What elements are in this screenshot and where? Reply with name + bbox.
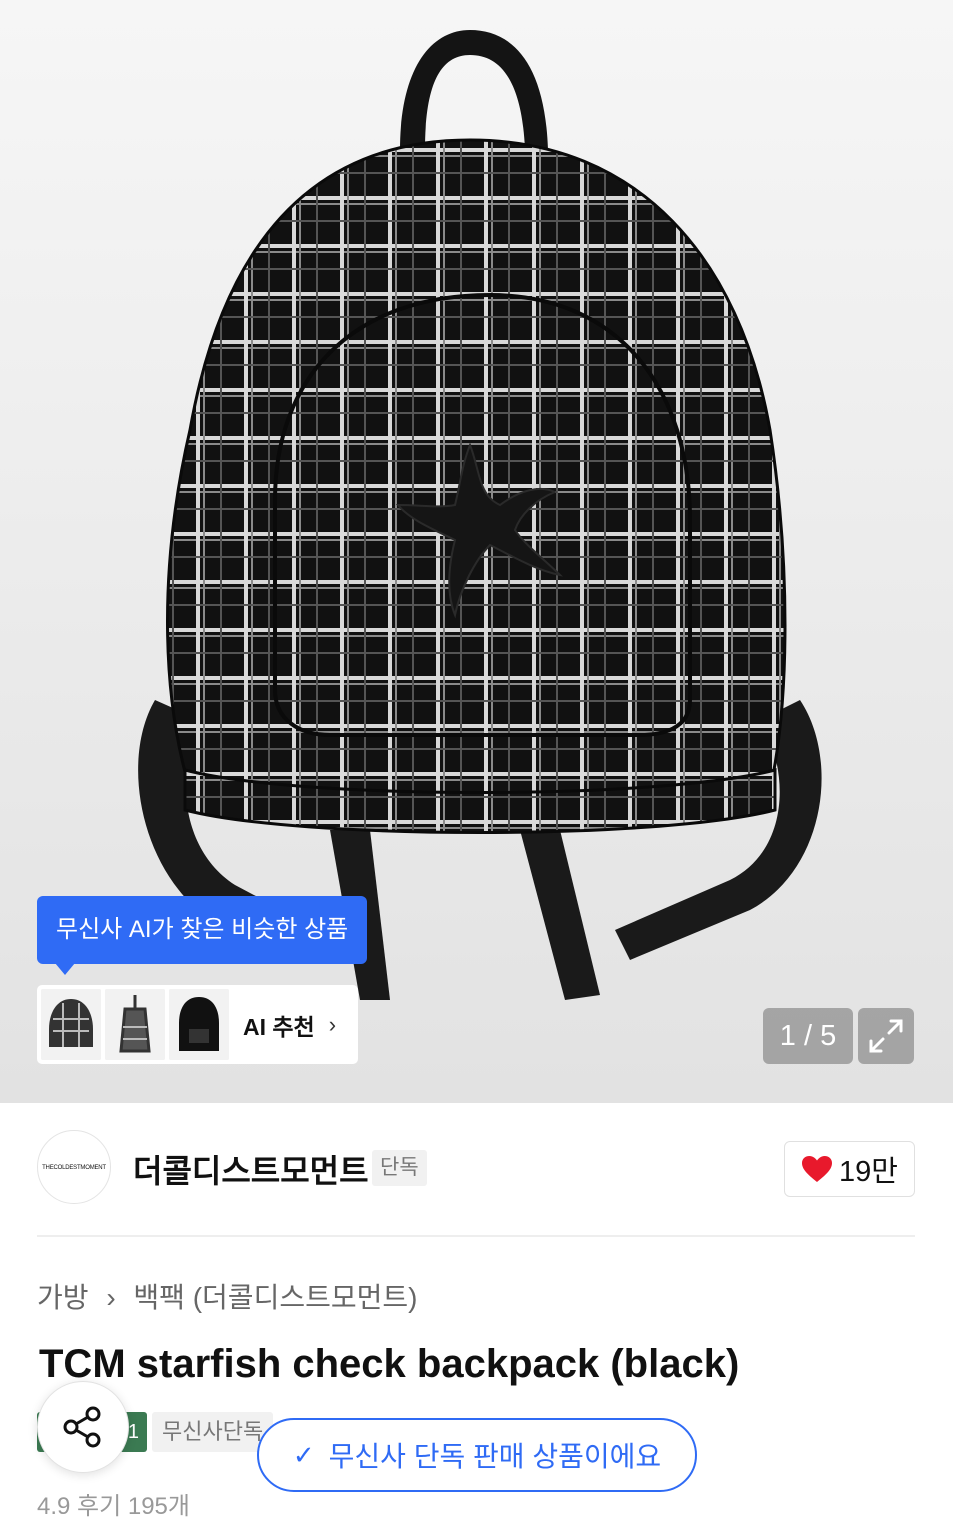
product-title: TCM starfish check backpack (black) — [39, 1342, 740, 1386]
share-button[interactable] — [37, 1381, 129, 1473]
chevron-right-icon: › — [106, 1282, 116, 1313]
ai-recommend-label: AI 추천 — [243, 1013, 315, 1040]
divider — [37, 1235, 915, 1237]
heart-icon — [802, 1156, 833, 1182]
rating-summary[interactable]: 4.9 후기 195개 — [37, 1486, 190, 1521]
breadcrumb: 가방 › 백팩 (더콜디스트모먼트) — [37, 1276, 417, 1316]
ai-thumb-2[interactable] — [105, 989, 165, 1060]
exclusive-tag: 단독 — [372, 1150, 427, 1186]
ai-thumb-3[interactable] — [169, 989, 229, 1060]
like-button[interactable]: 19만 — [784, 1141, 915, 1197]
exclusive-notice-text: 무신사 단독 판매 상품이에요 — [328, 1441, 662, 1472]
ai-recommend-card[interactable]: AI 추천 › — [37, 985, 358, 1064]
breadcrumb-category[interactable]: 가방 — [37, 1282, 89, 1313]
product-image-gallery[interactable]: 무신사 AI가 찾은 비슷한 상품 AI 추천 › 1 / 5 — [0, 0, 953, 1103]
breadcrumb-subcategory[interactable]: 백팩 (더콜디스트모먼트) — [133, 1282, 417, 1313]
like-count: 19만 — [839, 1156, 898, 1188]
musinsa-exclusive-badge: 무신사단독 — [152, 1412, 274, 1452]
brand-logo[interactable]: THECOLDESTMOMENT — [37, 1130, 111, 1204]
chevron-right-icon: › — [328, 1011, 337, 1037]
ai-similar-tooltip[interactable]: 무신사 AI가 찾은 비슷한 상품 — [37, 896, 368, 975]
ai-thumb-1[interactable] — [41, 989, 101, 1060]
brand-name[interactable]: 더콜디스트모먼트 — [133, 1146, 369, 1192]
exclusive-notice-pill[interactable]: ✓ 무신사 단독 판매 상품이에요 — [257, 1418, 697, 1492]
share-icon — [63, 1406, 101, 1448]
brand-row: THECOLDESTMOMENT 더콜디스트모먼트 단독 19만 — [37, 1130, 915, 1206]
expand-icon[interactable] — [858, 1008, 914, 1064]
image-counter: 1 / 5 — [763, 1008, 853, 1064]
check-icon: ✓ — [292, 1439, 315, 1470]
